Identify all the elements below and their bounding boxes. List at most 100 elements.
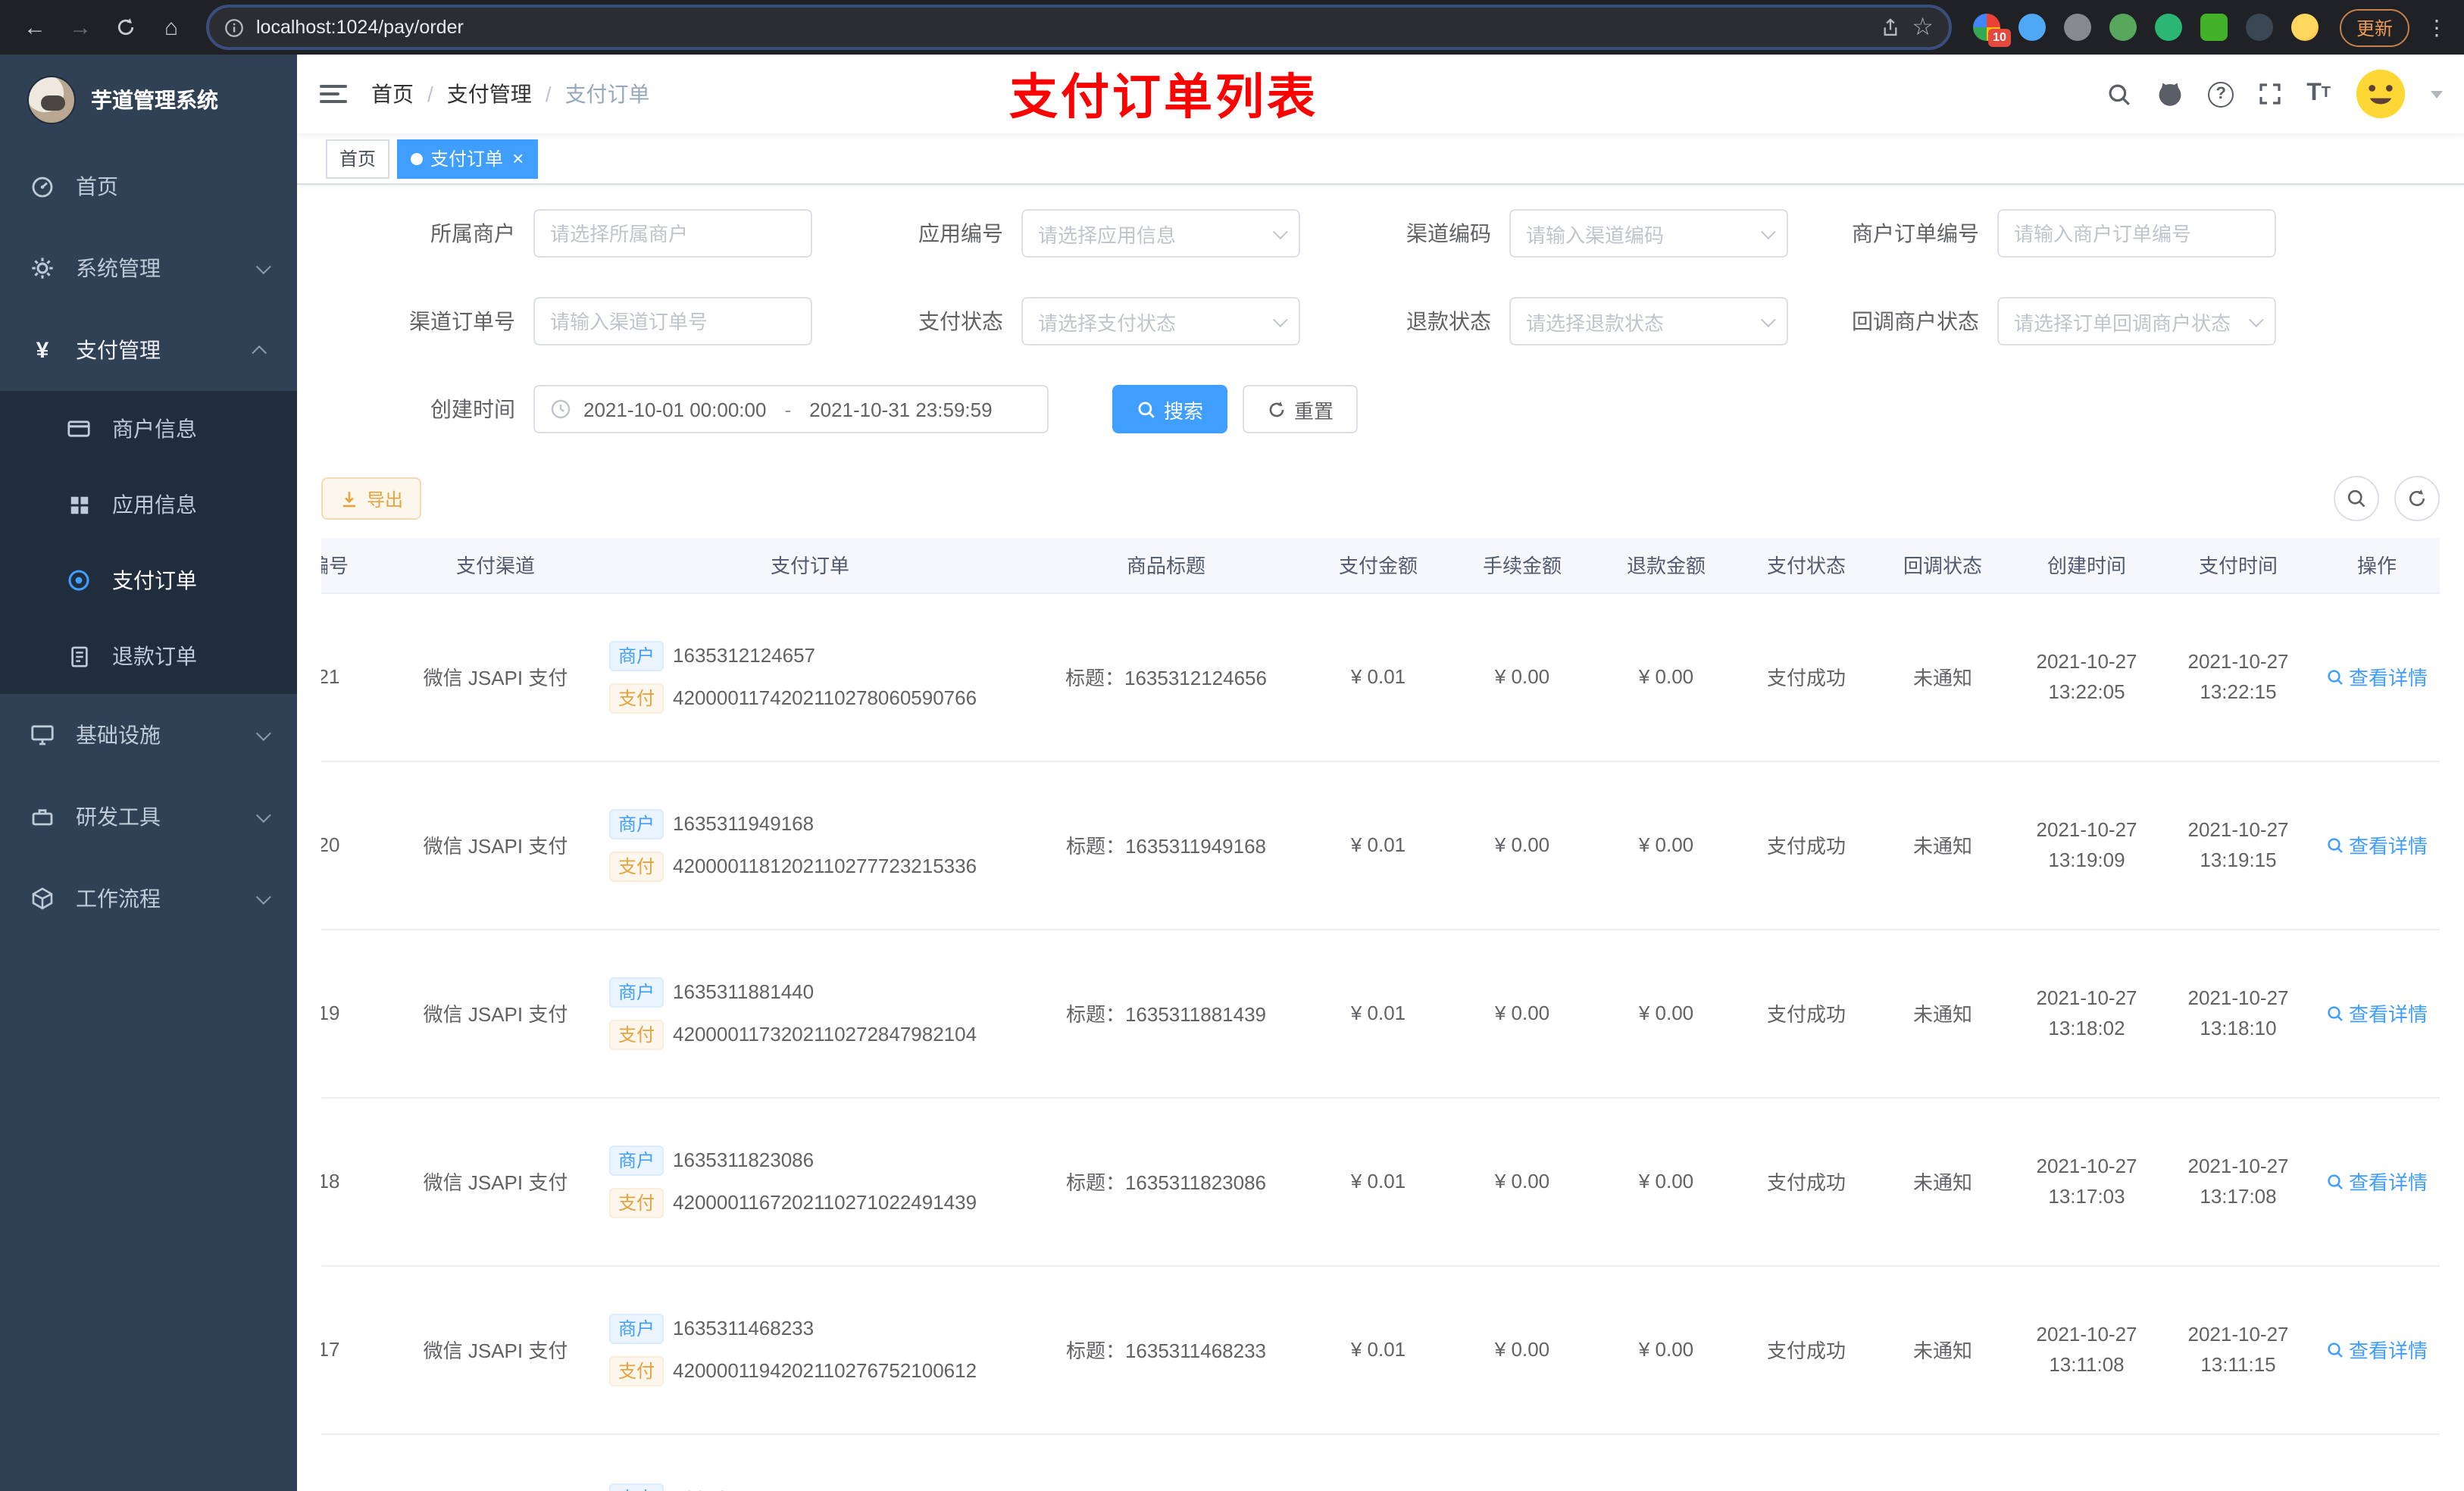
- sidebar-item-pay-order[interactable]: 支付订单: [0, 542, 297, 618]
- extension-icon[interactable]: [2200, 14, 2228, 41]
- sidebar-item-home[interactable]: 首页: [0, 145, 297, 227]
- cell-id: 16: [321, 1433, 397, 1491]
- channel-order-no-input[interactable]: [533, 297, 812, 345]
- sidebar-item-label: 应用信息: [112, 492, 197, 517]
- user-avatar[interactable]: [2355, 68, 2406, 120]
- github-icon[interactable]: [2156, 80, 2184, 108]
- browser-home-button[interactable]: ⌂: [152, 8, 191, 47]
- cell-status: 支付成功: [1738, 929, 1875, 1098]
- help-icon[interactable]: ?: [2208, 81, 2234, 107]
- app-select[interactable]: 请选择应用信息: [1021, 209, 1300, 258]
- address-bar[interactable]: localhost:1024/pay/order ☆: [209, 8, 1949, 47]
- filter-merchant-order-no: 商户订单编号: [1831, 209, 2276, 258]
- extension-icon[interactable]: [2063, 14, 2091, 41]
- font-size-icon[interactable]: TT: [2306, 81, 2331, 106]
- chevron-down-icon: [2248, 311, 2264, 327]
- site-info-icon[interactable]: [224, 17, 244, 37]
- tab-pay-order[interactable]: 支付订单 ×: [397, 139, 538, 178]
- search-icon[interactable]: [2106, 81, 2132, 107]
- cell-created: 2021-10-27 13:19:09: [2011, 761, 2162, 930]
- sidebar-item-label: 工作流程: [76, 886, 161, 911]
- cell-channel: 微信 JSAPI 支付: [397, 761, 594, 930]
- extension-icon[interactable]: [2154, 14, 2182, 41]
- sidebar-item-system[interactable]: 系统管理: [0, 227, 297, 309]
- cell-fee: ¥ 0.00: [1450, 1265, 1594, 1434]
- extension-icon[interactable]: 10: [1972, 14, 2011, 47]
- app-logo[interactable]: 芋道管理系统: [0, 55, 297, 145]
- browser-refresh-button[interactable]: [106, 8, 145, 47]
- pay-status-select[interactable]: 请选择支付状态: [1021, 297, 1300, 345]
- breadcrumb-pay-management[interactable]: 支付管理: [447, 79, 532, 109]
- channel-code-select[interactable]: 请输入渠道编码: [1509, 209, 1788, 258]
- app-shell: 芋道管理系统 首页 系统管理 ¥ 支付管理 商户信息 应用信息 支付订单 退款订…: [0, 55, 2464, 1491]
- main-area: 首页 / 支付管理 / 支付订单 支付订单列表 ? T T 首页 支付订单 × …: [297, 55, 2464, 1491]
- filter-label-channel-code: 渠道编码: [1406, 221, 1491, 245]
- bookmark-star-icon[interactable]: ☆: [1912, 12, 1934, 42]
- sidebar-item-label: 支付管理: [76, 338, 161, 362]
- notify-status-select[interactable]: 请选择订单回调商户状态: [1997, 297, 2276, 345]
- sidebar-item-infrastructure[interactable]: 基础设施: [0, 694, 297, 776]
- merchant-tag: 商户: [609, 1145, 664, 1175]
- extension-icon[interactable]: [2109, 14, 2137, 41]
- browser-update-button[interactable]: 更新: [2339, 8, 2409, 46]
- chevron-up-icon: [252, 344, 267, 360]
- date-range-picker[interactable]: 2021-10-01 00:00:00 - 2021-10-31 23:59:5…: [533, 385, 1049, 433]
- merchant-select-input[interactable]: [533, 209, 812, 258]
- extension-icon[interactable]: [2018, 14, 2046, 41]
- pay-tag: 支付: [609, 1019, 664, 1049]
- search-button[interactable]: 搜索: [1112, 385, 1228, 433]
- view-detail-link[interactable]: 查看详情: [2326, 830, 2428, 859]
- view-detail-link[interactable]: 查看详情: [2326, 1335, 2428, 1364]
- sidebar-item-merchant-info[interactable]: 商户信息: [0, 391, 297, 467]
- table-header-row: 编号 支付渠道 支付订单 商品标题 支付金额 手续金额 退款金额 支付状态 回调…: [321, 538, 2440, 593]
- filter-pay-status: 支付状态 请选择支付状态: [855, 297, 1300, 345]
- browser-back-button[interactable]: ←: [15, 8, 55, 47]
- chevron-down-icon: [1760, 311, 1776, 327]
- pay-tag: 支付: [609, 1187, 664, 1217]
- extensions-puzzle-icon[interactable]: [2245, 14, 2273, 41]
- sidebar-item-app-info[interactable]: 应用信息: [0, 467, 297, 542]
- browser-forward-button[interactable]: →: [61, 8, 100, 47]
- hamburger-menu-icon[interactable]: [320, 85, 347, 103]
- cell-actions: 查看详情: [2314, 1265, 2440, 1434]
- col-actions: 操作: [2314, 538, 2440, 593]
- browser-menu-icon[interactable]: ⋮: [2425, 14, 2449, 40]
- fullscreen-icon[interactable]: [2258, 82, 2282, 106]
- caret-down-icon[interactable]: [2431, 90, 2443, 98]
- sidebar-item-devtools[interactable]: 研发工具: [0, 776, 297, 858]
- tab-home[interactable]: 首页: [326, 139, 390, 178]
- table-tools: [2334, 476, 2440, 521]
- refresh-table-button[interactable]: [2394, 476, 2440, 521]
- credit-card-icon: [67, 417, 91, 441]
- view-detail-link[interactable]: 查看详情: [2326, 999, 2428, 1027]
- refund-status-select[interactable]: 请选择退款状态: [1509, 297, 1788, 345]
- table-row: 20 微信 JSAPI 支付 商户1635311949168 支付4200001…: [321, 761, 2440, 930]
- merchant-order-no-input[interactable]: [1997, 209, 2276, 258]
- view-detail-link[interactable]: 查看详情: [2326, 1167, 2428, 1196]
- cell-refund: ¥ 0.00: [1594, 592, 1738, 761]
- logo-avatar: [27, 76, 76, 124]
- cell-created: 2021-10-27 13:22:05: [2011, 592, 2162, 761]
- export-button[interactable]: 导出: [321, 477, 422, 520]
- tab-close-icon[interactable]: ×: [512, 148, 524, 168]
- browser-profile-avatar[interactable]: [2290, 14, 2319, 41]
- cell-channel: 微信 JSAPI 支付: [397, 1265, 594, 1434]
- reset-button[interactable]: 重置: [1243, 385, 1359, 433]
- breadcrumb-home[interactable]: 首页: [371, 79, 414, 109]
- yen-icon: ¥: [36, 337, 49, 363]
- col-fee: 手续金额: [1450, 538, 1594, 593]
- col-created: 创建时间: [2011, 538, 2162, 593]
- col-status: 支付状态: [1738, 538, 1875, 593]
- sidebar-item-pay[interactable]: ¥ 支付管理: [0, 309, 297, 391]
- view-detail-link[interactable]: 查看详情: [2326, 662, 2428, 691]
- cell-actions: 查看详情: [2314, 1433, 2440, 1491]
- toggle-search-button[interactable]: [2334, 476, 2379, 521]
- cell-notify: [1875, 1433, 2011, 1491]
- chevron-down-icon: [255, 258, 271, 274]
- sidebar-item-refund-order[interactable]: 退款订单: [0, 618, 297, 694]
- sidebar-item-workflow[interactable]: 工作流程: [0, 858, 297, 939]
- col-channel: 支付渠道: [397, 538, 594, 593]
- cell-order-no: 商户 1635311881440 支付 4200001173202110272847…: [594, 929, 1026, 1098]
- share-icon[interactable]: [1880, 17, 1900, 37]
- cell-amount: ¥ 0.01: [1306, 1097, 1450, 1266]
